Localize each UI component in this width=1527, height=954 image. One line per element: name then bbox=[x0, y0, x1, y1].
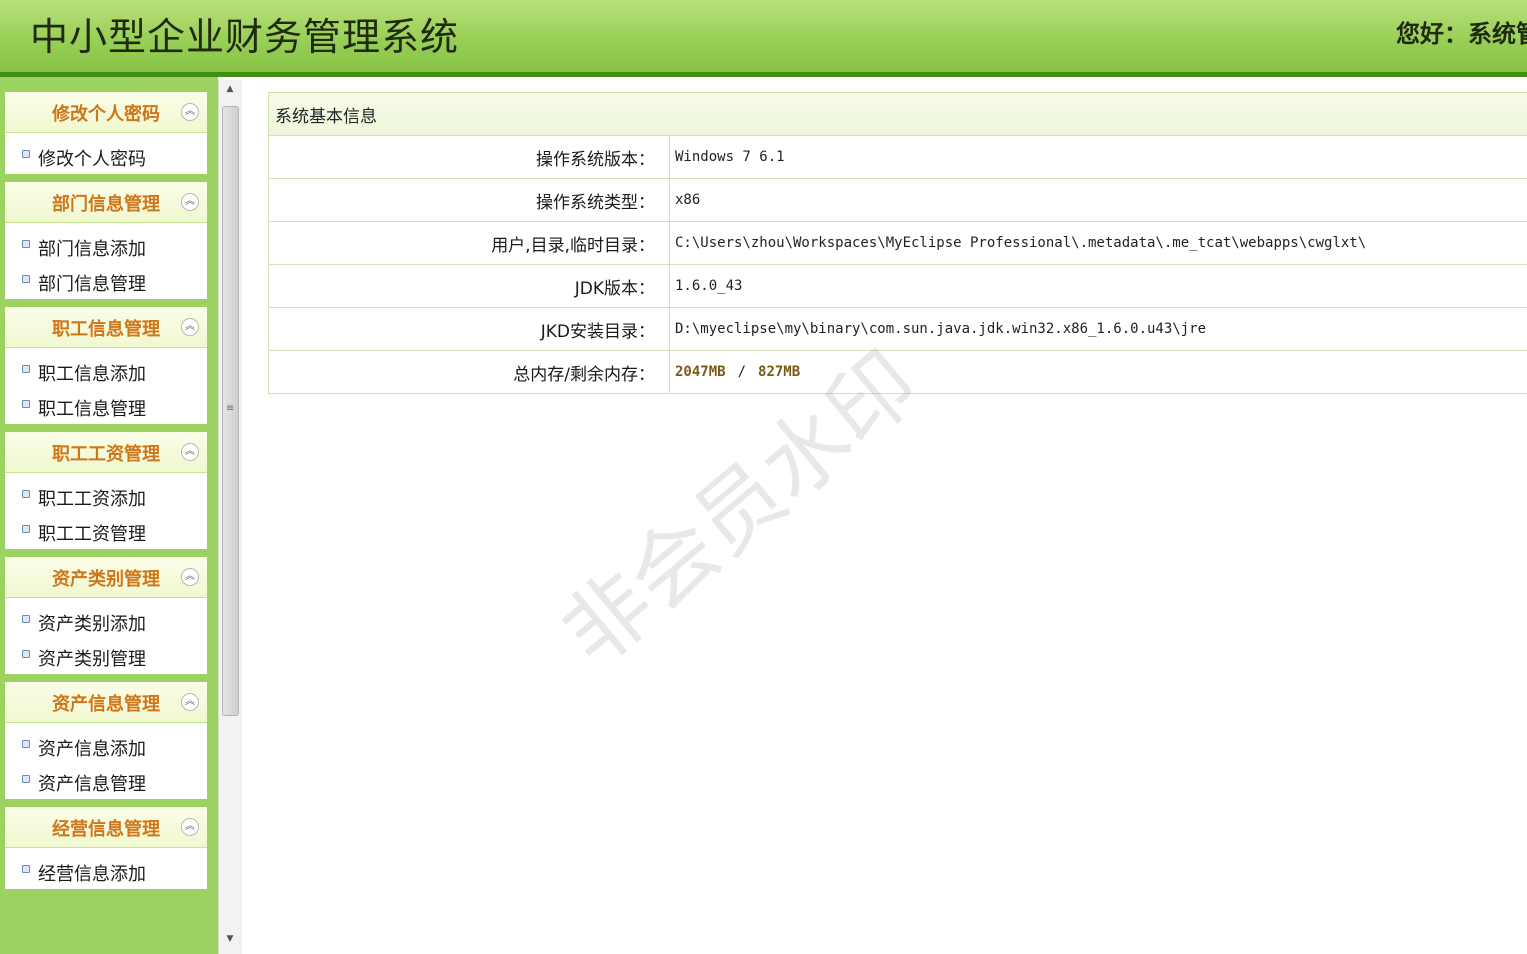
menu-group-header[interactable]: 资产信息管理 ︽ bbox=[5, 682, 207, 723]
jdk-version-label: JDK版本： bbox=[268, 264, 670, 308]
menu-group-title: 修改个人密码 bbox=[52, 104, 160, 125]
menu-group-asset-category: 资产类别管理 ︽ 资产类别添加 资产类别管理 bbox=[5, 557, 207, 674]
table-row: 用户,目录,临时目录： C:\Users\zhou\Workspaces\MyE… bbox=[268, 221, 1527, 265]
menu-group-title: 经营信息管理 bbox=[52, 819, 160, 840]
menu-group-business: 经营信息管理 ︽ 经营信息添加 bbox=[5, 807, 207, 889]
chevron-up-icon[interactable]: ︽ bbox=[181, 818, 199, 836]
menu-group-header[interactable]: 修改个人密码 ︽ bbox=[5, 92, 207, 133]
menu-item-asset-info-add[interactable]: 资产信息添加 bbox=[5, 729, 207, 764]
bullet-icon bbox=[22, 615, 30, 623]
menu-item-asset-category-add[interactable]: 资产类别添加 bbox=[5, 604, 207, 639]
chevron-up-icon[interactable]: ︽ bbox=[181, 193, 199, 211]
bullet-icon bbox=[22, 525, 30, 533]
os-type-label: 操作系统类型： bbox=[268, 178, 670, 222]
menu-group-asset-info: 资产信息管理 ︽ 资产信息添加 资产信息管理 bbox=[5, 682, 207, 799]
memory-label: 总内存/剩余内存： bbox=[268, 350, 670, 394]
menu-group-salary: 职工工资管理 ︽ 职工工资添加 职工工资管理 bbox=[5, 432, 207, 549]
table-row: 总内存/剩余内存： 2047MB / 827MB bbox=[268, 350, 1527, 394]
menu-item-employee-add[interactable]: 职工信息添加 bbox=[5, 354, 207, 389]
sidebar-scrollbar[interactable]: ▲ ≡ ▼ bbox=[218, 80, 242, 954]
menu-item-employee-manage[interactable]: 职工信息管理 bbox=[5, 389, 207, 424]
menu-item-change-password[interactable]: 修改个人密码 bbox=[5, 139, 207, 174]
scroll-down-arrow-icon[interactable]: ▼ bbox=[223, 934, 237, 948]
header-divider bbox=[0, 72, 1527, 77]
menu-item-label: 资产信息管理 bbox=[38, 774, 146, 795]
chevron-up-icon[interactable]: ︽ bbox=[181, 443, 199, 461]
menu-item-label: 资产类别管理 bbox=[38, 649, 146, 670]
chevron-up-icon[interactable]: ︽ bbox=[181, 568, 199, 586]
menu-item-salary-add[interactable]: 职工工资添加 bbox=[5, 479, 207, 514]
menu-group-header[interactable]: 经营信息管理 ︽ bbox=[5, 807, 207, 848]
jdk-dir-value: D:\myeclipse\my\binary\com.sun.java.jdk.… bbox=[669, 307, 1527, 351]
table-row: 操作系统版本： Windows 7 6.1 bbox=[268, 135, 1527, 179]
menu-item-label: 职工信息添加 bbox=[38, 364, 146, 385]
total-memory: 2047MB bbox=[675, 364, 726, 380]
menu-item-label: 职工工资管理 bbox=[38, 524, 146, 545]
menu-item-label: 资产信息添加 bbox=[38, 739, 146, 760]
menu-group-header[interactable]: 职工工资管理 ︽ bbox=[5, 432, 207, 473]
chevron-up-icon[interactable]: ︽ bbox=[181, 103, 199, 121]
bullet-icon bbox=[22, 150, 30, 158]
memory-separator: / bbox=[737, 364, 747, 380]
jdk-dir-label: JKD安装目录： bbox=[268, 307, 670, 351]
grip-icon: ≡ bbox=[226, 403, 235, 414]
chevron-up-icon[interactable]: ︽ bbox=[181, 318, 199, 336]
user-dir-value: C:\Users\zhou\Workspaces\MyEclipse Profe… bbox=[669, 221, 1527, 265]
menu-group-title: 职工信息管理 bbox=[52, 319, 160, 340]
table-row: 操作系统类型： x86 bbox=[268, 178, 1527, 222]
app-title: 中小型企业财务管理系统 bbox=[30, 15, 460, 59]
menu-item-business-add[interactable]: 经营信息添加 bbox=[5, 854, 207, 889]
chevron-up-icon[interactable]: ︽ bbox=[181, 693, 199, 711]
bullet-icon bbox=[22, 650, 30, 658]
menu-item-label: 修改个人密码 bbox=[38, 149, 146, 170]
menu-item-label: 经营信息添加 bbox=[38, 864, 146, 885]
bullet-icon bbox=[22, 865, 30, 873]
user-dir-label: 用户,目录,临时目录： bbox=[268, 221, 670, 265]
menu-item-department-add[interactable]: 部门信息添加 bbox=[5, 229, 207, 264]
menu-group-title: 资产类别管理 bbox=[52, 569, 160, 590]
bullet-icon bbox=[22, 275, 30, 283]
scroll-up-arrow-icon[interactable]: ▲ bbox=[223, 84, 237, 98]
menu-group-title: 资产信息管理 bbox=[52, 694, 160, 715]
bullet-icon bbox=[22, 490, 30, 498]
os-type-value: x86 bbox=[669, 178, 1527, 222]
menu-group-title: 职工工资管理 bbox=[52, 444, 160, 465]
bullet-icon bbox=[22, 365, 30, 373]
menu-item-salary-manage[interactable]: 职工工资管理 bbox=[5, 514, 207, 549]
bullet-icon bbox=[22, 400, 30, 408]
user-greeting: 您好：系统管 bbox=[1396, 19, 1527, 48]
menu-item-label: 部门信息添加 bbox=[38, 239, 146, 260]
menu-group-department: 部门信息管理 ︽ 部门信息添加 部门信息管理 bbox=[5, 182, 207, 299]
menu-item-label: 职工信息管理 bbox=[38, 399, 146, 420]
menu-item-label: 部门信息管理 bbox=[38, 274, 146, 295]
menu-group-employee: 职工信息管理 ︽ 职工信息添加 职工信息管理 bbox=[5, 307, 207, 424]
menu-item-label: 资产类别添加 bbox=[38, 614, 146, 635]
system-info-title: 系统基本信息 bbox=[268, 92, 1527, 136]
os-version-value: Windows 7 6.1 bbox=[669, 135, 1527, 179]
menu-item-asset-category-manage[interactable]: 资产类别管理 bbox=[5, 639, 207, 674]
bullet-icon bbox=[22, 775, 30, 783]
jdk-version-value: 1.6.0_43 bbox=[669, 264, 1527, 308]
menu-group-header[interactable]: 职工信息管理 ︽ bbox=[5, 307, 207, 348]
os-version-label: 操作系统版本： bbox=[268, 135, 670, 179]
memory-value: 2047MB / 827MB bbox=[669, 350, 1527, 394]
bullet-icon bbox=[22, 740, 30, 748]
system-info-table: 系统基本信息 操作系统版本： Windows 7 6.1 操作系统类型： x86… bbox=[268, 92, 1527, 394]
menu-group-password: 修改个人密码 ︽ 修改个人密码 bbox=[5, 92, 207, 174]
menu-group-header[interactable]: 资产类别管理 ︽ bbox=[5, 557, 207, 598]
bullet-icon bbox=[22, 240, 30, 248]
table-row: JDK版本： 1.6.0_43 bbox=[268, 264, 1527, 308]
sidebar-menu: 修改个人密码 ︽ 修改个人密码 部门信息管理 ︽ 部门信息添加 部门信息管理 职… bbox=[5, 92, 207, 897]
scroll-thumb[interactable]: ≡ bbox=[222, 106, 239, 716]
free-memory: 827MB bbox=[758, 364, 801, 380]
header-bar: 中小型企业财务管理系统 您好：系统管 bbox=[0, 0, 1527, 72]
menu-item-department-manage[interactable]: 部门信息管理 bbox=[5, 264, 207, 299]
menu-item-asset-info-manage[interactable]: 资产信息管理 bbox=[5, 764, 207, 799]
menu-item-label: 职工工资添加 bbox=[38, 489, 146, 510]
menu-group-header[interactable]: 部门信息管理 ︽ bbox=[5, 182, 207, 223]
menu-group-title: 部门信息管理 bbox=[52, 194, 160, 215]
table-row: JKD安装目录： D:\myeclipse\my\binary\com.sun.… bbox=[268, 307, 1527, 351]
